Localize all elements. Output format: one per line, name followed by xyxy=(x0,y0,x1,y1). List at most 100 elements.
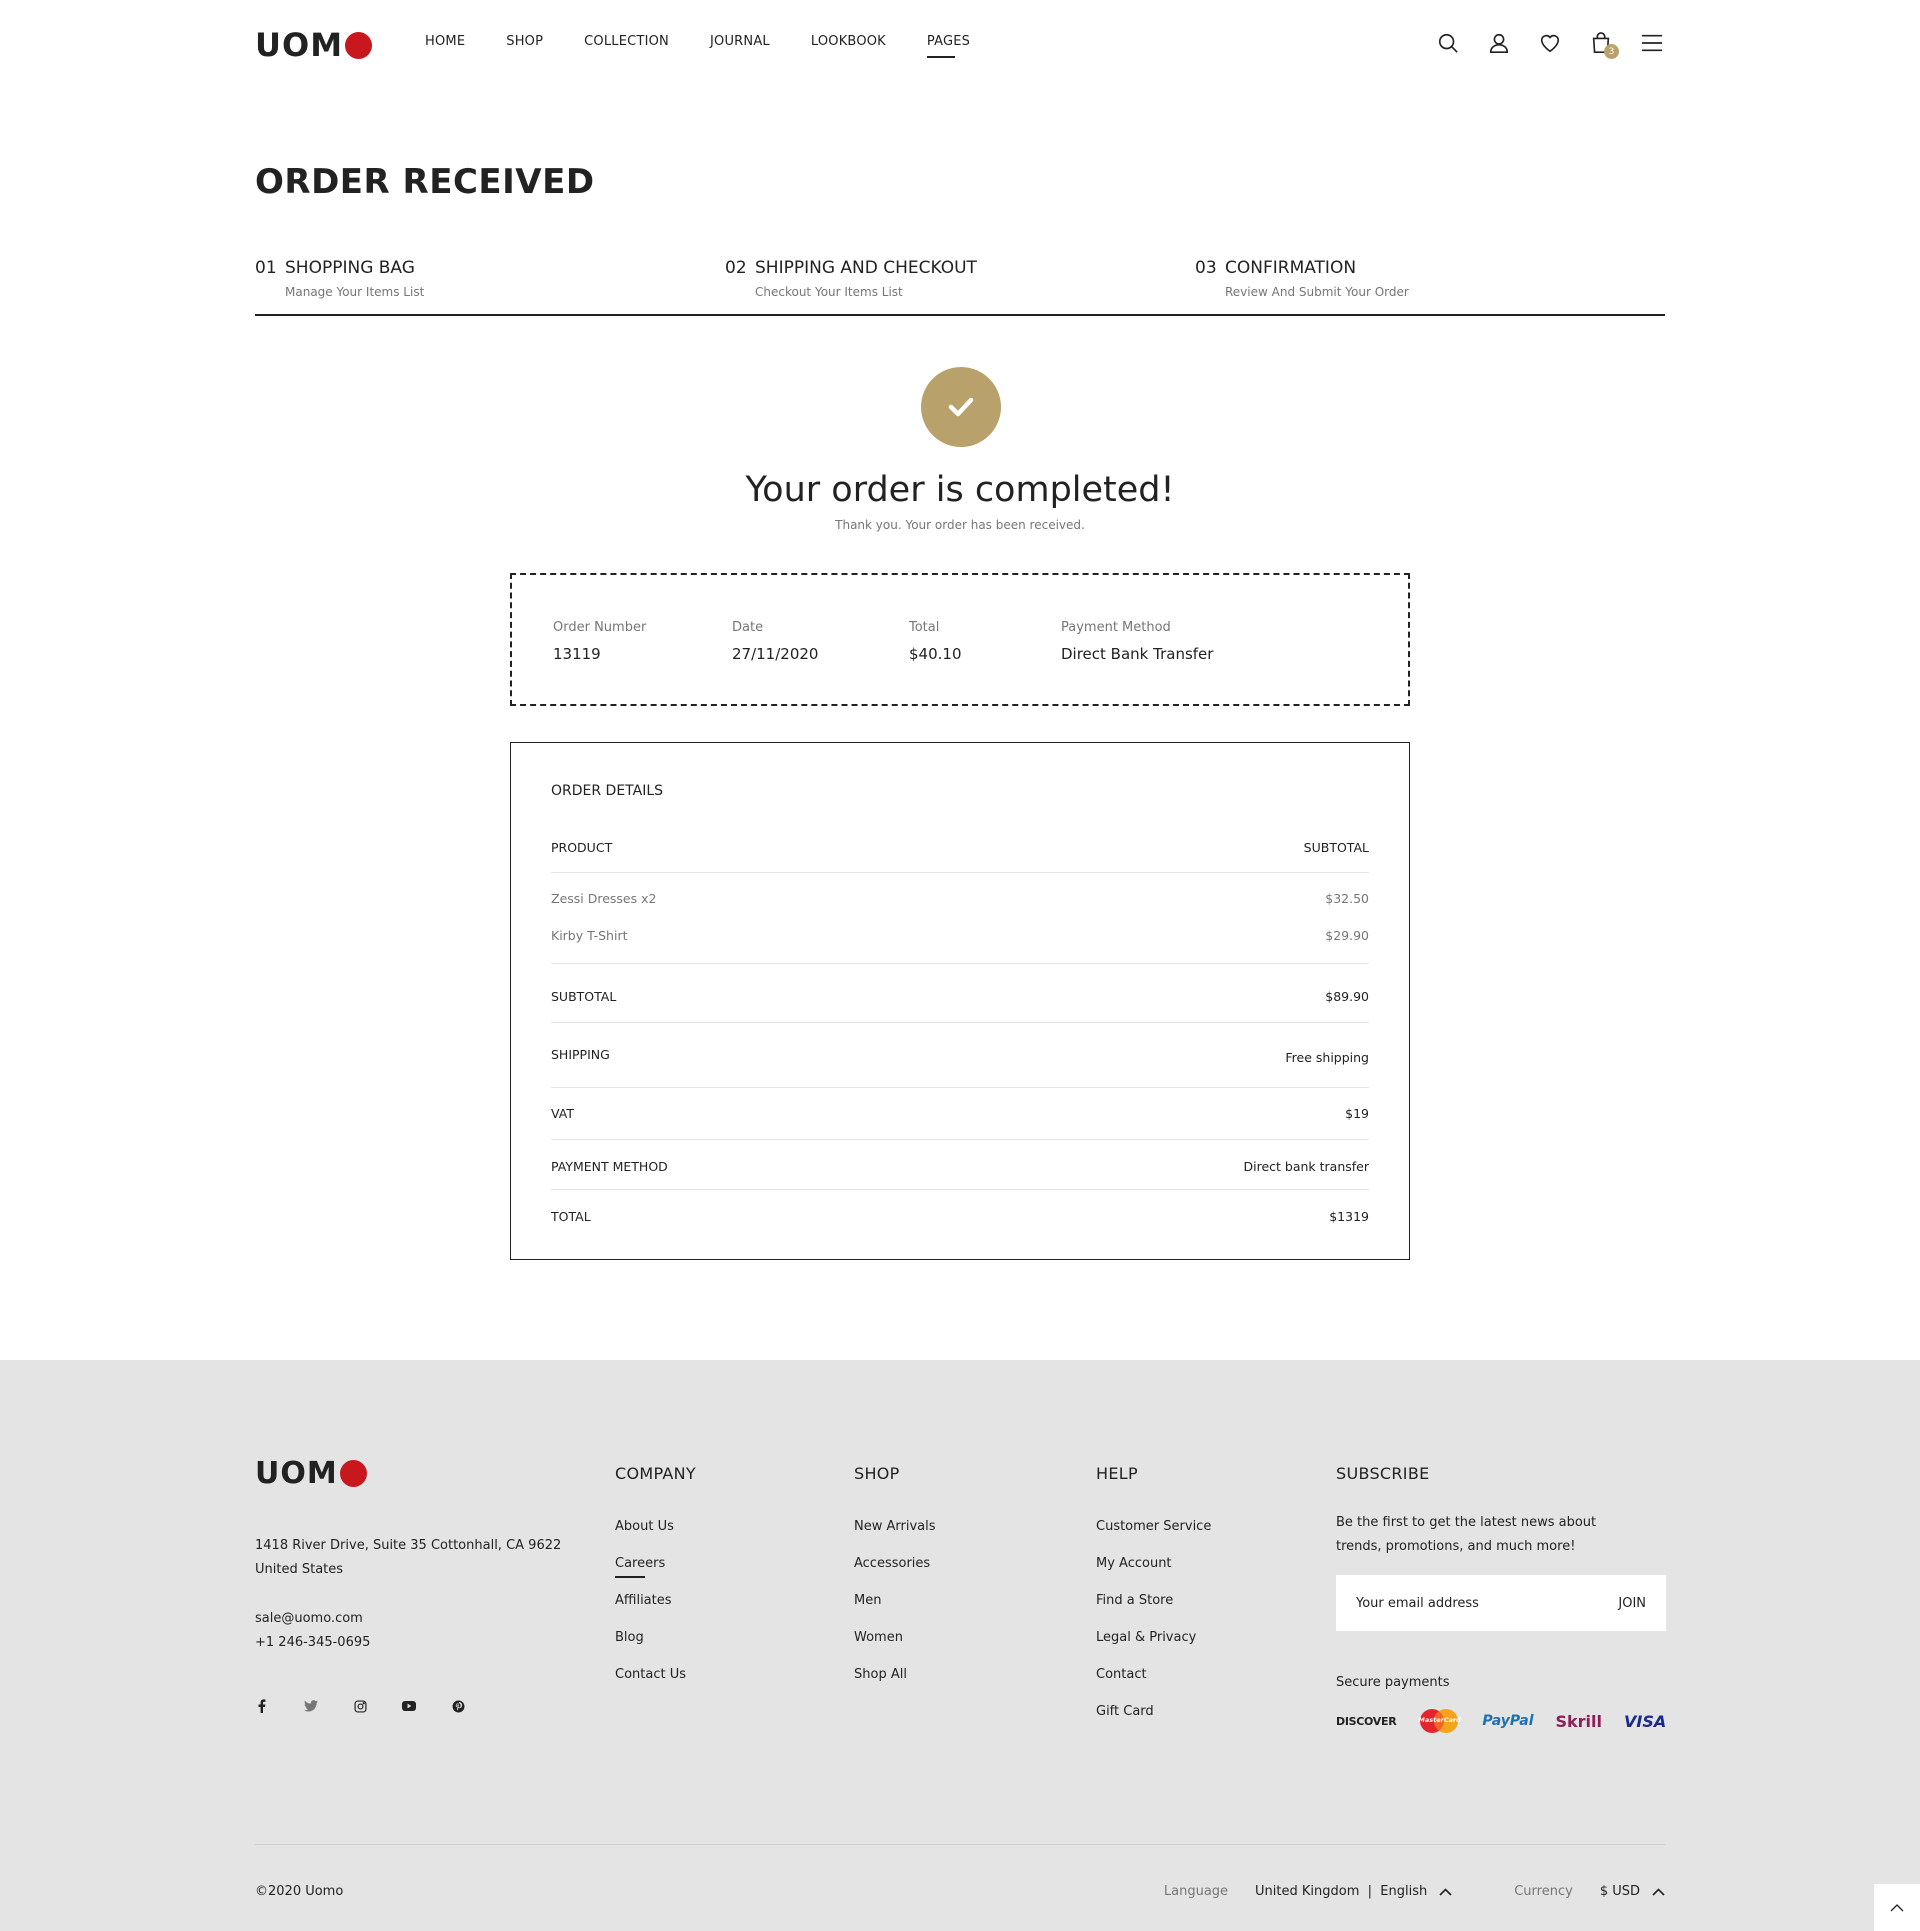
footer-phone[interactable]: +1 246-345-0695 xyxy=(255,1631,370,1655)
table-header: PRODUCT SUBTOTAL xyxy=(551,840,1369,855)
checkout-steps: 01 SHOPPING BAG Manage Your Items List 0… xyxy=(255,258,1665,316)
footer-link[interactable]: Affiliates xyxy=(615,1593,672,1608)
footer-link[interactable]: Contact xyxy=(1096,1667,1147,1682)
footer-heading: SUBSCRIBE xyxy=(1336,1464,1430,1483)
facebook-icon[interactable] xyxy=(255,1699,269,1713)
language-select[interactable]: United Kingdom | English xyxy=(1255,1884,1452,1899)
footer-link[interactable]: Customer Service xyxy=(1096,1519,1211,1534)
discover-logo: DISCOVER xyxy=(1336,1714,1397,1728)
footer-link[interactable]: Shop All xyxy=(854,1667,907,1682)
success-title: Your order is completed! xyxy=(745,470,1175,510)
language-value: United Kingdom | English xyxy=(1255,1884,1428,1899)
footer-link[interactable]: Contact Us xyxy=(615,1667,686,1682)
footer-divider xyxy=(255,1844,1665,1845)
main-nav: HOME SHOP COLLECTION JOURNAL LOOKBOOK PA… xyxy=(425,34,1011,58)
footer-link[interactable]: Accessories xyxy=(854,1556,930,1571)
footer-address: 1418 River Drive, Suite 35 Cottonhall, C… xyxy=(255,1534,561,1582)
footer-email[interactable]: sale@uomo.com xyxy=(255,1607,370,1631)
instagram-icon[interactable] xyxy=(353,1699,367,1713)
mastercard-logo: MasterCard xyxy=(1418,1708,1461,1734)
step-subtitle: Checkout Your Items List xyxy=(755,285,903,299)
logo-text: UOM xyxy=(255,26,344,64)
currency-select[interactable]: $ USD xyxy=(1600,1884,1665,1899)
footer-link[interactable]: About Us xyxy=(615,1519,674,1534)
heart-icon[interactable] xyxy=(1537,30,1563,56)
vat-label: VAT xyxy=(551,1106,574,1121)
mastercard-text: MasterCard xyxy=(1418,1716,1461,1724)
divider xyxy=(551,1139,1369,1140)
youtube-icon[interactable] xyxy=(402,1699,416,1713)
subtotal-value: $89.90 xyxy=(1325,989,1369,1004)
nav-home[interactable]: HOME xyxy=(425,34,465,49)
shipping-row: SHIPPING Free shipping xyxy=(551,1047,1369,1065)
step-number: 02 xyxy=(725,258,747,278)
summary-value: 27/11/2020 xyxy=(732,645,819,663)
nav-lookbook[interactable]: LOOKBOOK xyxy=(811,34,886,49)
logo-text: UOM xyxy=(255,1456,338,1491)
item-price: $29.90 xyxy=(1325,928,1369,943)
nav-collection[interactable]: COLLECTION xyxy=(584,34,669,49)
site-logo[interactable]: UOM xyxy=(255,26,373,64)
search-icon[interactable] xyxy=(1435,30,1461,56)
footer-link[interactable]: Careers xyxy=(615,1556,665,1578)
divider xyxy=(551,872,1369,873)
payment-method-value: Direct bank transfer xyxy=(1243,1159,1370,1174)
secure-payments-label: Secure payments xyxy=(1336,1675,1450,1690)
divider xyxy=(551,1189,1369,1190)
step-subtitle: Manage Your Items List xyxy=(285,285,425,299)
step-shipping-checkout[interactable]: 02 SHIPPING AND CHECKOUT Checkout Your I… xyxy=(725,258,1195,314)
table-row: Kirby T-Shirt $29.90 xyxy=(551,928,1369,943)
user-icon[interactable] xyxy=(1486,30,1512,56)
menu-icon[interactable] xyxy=(1639,30,1665,56)
join-button[interactable]: JOIN xyxy=(1618,1596,1646,1611)
nav-shop[interactable]: SHOP xyxy=(506,34,543,49)
chevron-up-icon xyxy=(1890,1903,1904,1911)
footer-link[interactable]: Gift Card xyxy=(1096,1704,1154,1719)
pinterest-icon[interactable] xyxy=(451,1699,465,1713)
shipping-label: SHIPPING xyxy=(551,1047,610,1062)
cart-icon[interactable]: 3 xyxy=(1588,30,1619,59)
step-shopping-bag[interactable]: 01 SHOPPING BAG Manage Your Items List xyxy=(255,258,725,314)
step-subtitle: Review And Submit Your Order xyxy=(1225,285,1409,299)
total-row: TOTAL $1319 xyxy=(551,1209,1369,1224)
footer-subscribe: SUBSCRIBE Be the first to get the latest… xyxy=(1336,1464,1666,1734)
footer-link[interactable]: Men xyxy=(854,1593,881,1608)
footer-link[interactable]: Legal & Privacy xyxy=(1096,1630,1196,1645)
table-row: Zessi Dresses x2 $32.50 xyxy=(551,891,1369,906)
item-name: Zessi Dresses x2 xyxy=(551,891,657,906)
footer-link[interactable]: My Account xyxy=(1096,1556,1172,1571)
footer-link[interactable]: New Arrivals xyxy=(854,1519,936,1534)
order-details-title: ORDER DETAILS xyxy=(551,783,664,799)
step-confirmation[interactable]: 03 CONFIRMATION Review And Submit Your O… xyxy=(1195,258,1665,314)
subtotal-label: SUBTOTAL xyxy=(551,989,617,1004)
currency-value: $ USD xyxy=(1599,1884,1640,1899)
footer-help: HELP Customer Service My Account Find a … xyxy=(1096,1464,1211,1741)
footer-shop: SHOP New Arrivals Accessories Men Women … xyxy=(854,1464,936,1704)
divider xyxy=(551,963,1369,964)
payment-method-label: PAYMENT METHOD xyxy=(551,1159,668,1174)
footer-heading: COMPANY xyxy=(615,1464,696,1483)
nav-journal[interactable]: JOURNAL xyxy=(710,34,770,49)
summary-label: Date xyxy=(732,620,764,635)
footer-heading: SHOP xyxy=(854,1464,900,1483)
summary-value: 13119 xyxy=(553,645,601,663)
summary-value: $40.10 xyxy=(909,645,962,663)
order-summary: Order Number 13119 Date 27/11/2020 Total… xyxy=(510,573,1410,706)
footer-link[interactable]: Blog xyxy=(615,1630,644,1645)
total-value: $1319 xyxy=(1329,1209,1369,1224)
nav-pages[interactable]: PAGES xyxy=(926,34,970,58)
language-label: Language xyxy=(1163,1884,1229,1899)
back-to-top-button[interactable] xyxy=(1874,1884,1920,1931)
twitter-icon[interactable] xyxy=(304,1699,318,1713)
footer-link[interactable]: Find a Store xyxy=(1096,1593,1173,1608)
footer-logo[interactable]: UOM xyxy=(255,1456,367,1491)
vat-value: $19 xyxy=(1345,1106,1369,1121)
step-number: 03 xyxy=(1195,258,1217,278)
cart-count-badge: 3 xyxy=(1604,44,1619,59)
summary-payment-method: Payment Method Direct Bank Transfer xyxy=(1061,620,1213,663)
summary-label: Order Number xyxy=(553,620,647,635)
email-input[interactable] xyxy=(1356,1595,1576,1611)
site-footer: UOM 1418 River Drive, Suite 35 Cottonhal… xyxy=(0,1360,1920,1931)
summary-order-number: Order Number 13119 xyxy=(553,620,646,663)
footer-link[interactable]: Women xyxy=(854,1630,903,1645)
